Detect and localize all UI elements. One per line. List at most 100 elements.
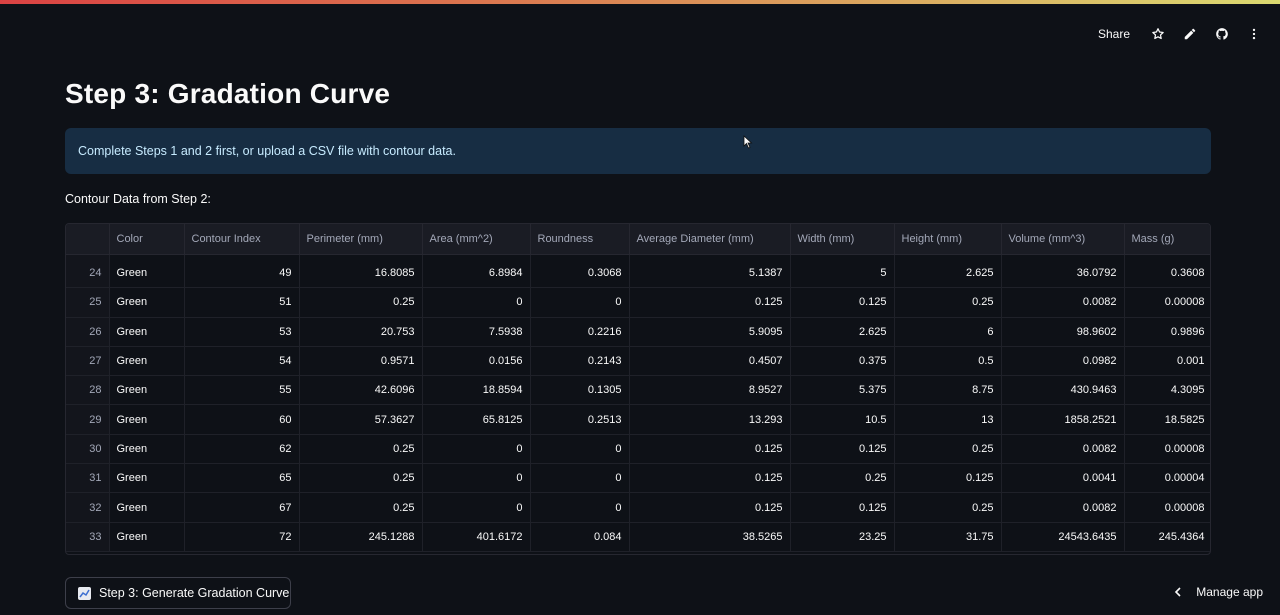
cell-contour-index[interactable]: 49 [184,254,300,289]
cell-mass[interactable]: 0.9896 [1124,317,1210,347]
table-row[interactable]: 31 Green 65 0.25 0 0 0.125 0.25 0.125 0.0041 0.000… [66,463,1210,494]
cell-area[interactable]: 7.5938 [422,317,531,347]
table-row[interactable]: 27 Green 54 0.9571 0.0156 0.2143 0.4507 0.375 0.… [66,346,1210,377]
table-row[interactable]: 26 Green 53 20.753 7.5938 0.2216 5.9095 2.625 6 9… [66,317,1210,347]
cell-volume[interactable]: 0.0041 [1001,463,1125,494]
cell-color[interactable]: Green [109,287,185,318]
cell-mass[interactable]: 0.001 [1124,346,1210,377]
cell-mass[interactable]: 4.3095 [1124,375,1210,406]
cell-area[interactable]: 65.8125 [422,404,531,435]
cell-color[interactable]: Green [109,254,185,289]
kebab-menu-icon[interactable] [1246,26,1262,42]
cell-width[interactable]: 0.375 [790,346,895,377]
cell-color[interactable]: Green [109,463,185,494]
cell-perimeter[interactable]: 245.1288 [299,522,423,552]
cell-area[interactable]: 0 [422,492,531,523]
star-icon[interactable] [1150,26,1166,42]
cell-color[interactable]: Green [109,434,185,465]
cell-contour-index[interactable]: 51 [184,287,300,318]
table-row[interactable]: 30 Green 62 0.25 0 0 0.125 0.125 0.25 0.0082 0.000… [66,434,1210,465]
column-header-area[interactable]: Area (mm^2) [422,224,531,255]
table-row[interactable]: 32 Green 67 0.25 0 0 0.125 0.125 0.25 0.0082 0.000… [66,492,1210,523]
table-row[interactable]: 28 Green 55 42.6096 18.8594 0.1305 8.9527 5.375… [66,375,1210,406]
cell-height[interactable]: 13 [894,404,1002,435]
cell-row-index[interactable]: 25 [66,287,110,318]
cell-contour-index[interactable]: 60 [184,404,300,435]
cell-average-diameter[interactable]: 0.4507 [629,346,791,377]
column-header-roundness[interactable]: Roundness [530,224,630,255]
table-row[interactable]: 24 Green 49 16.8085 6.8984 0.3068 5.1387 5 2.625… [66,254,1210,289]
cell-roundness[interactable]: 0 [530,434,630,465]
column-header-volume[interactable]: Volume (mm^3) [1001,224,1125,255]
contour-data-table[interactable]: Color Contour Index Perimeter (mm) Area … [65,223,1211,555]
cell-area[interactable]: 0 [422,463,531,494]
cell-average-diameter[interactable]: 5.1387 [629,254,791,289]
cell-row-index[interactable]: 30 [66,434,110,465]
cell-height[interactable]: 0.125 [894,463,1002,494]
cell-mass[interactable]: 245.4364 [1124,522,1210,552]
column-header-index[interactable] [66,224,110,255]
cell-average-diameter[interactable]: 0.125 [629,463,791,494]
cell-height[interactable]: 2.625 [894,254,1002,289]
cell-perimeter[interactable]: 0.9571 [299,346,423,377]
cell-row-index[interactable]: 27 [66,346,110,377]
cell-mass[interactable]: 0.3608 [1124,254,1210,289]
cell-mass[interactable]: 0.00008 [1124,287,1210,318]
cell-volume[interactable]: 24543.6435 [1001,522,1125,552]
cell-color[interactable]: Green [109,492,185,523]
cell-color[interactable]: Green [109,522,185,552]
cell-roundness[interactable]: 0.1305 [530,375,630,406]
cell-perimeter[interactable]: 0.25 [299,287,423,318]
cell-contour-index[interactable]: 62 [184,434,300,465]
cell-width[interactable]: 2.625 [790,317,895,347]
pencil-icon[interactable] [1182,26,1198,42]
cell-color[interactable]: Green [109,317,185,347]
cell-roundness[interactable]: 0.3068 [530,254,630,289]
cell-perimeter[interactable]: 20.753 [299,317,423,347]
cell-area[interactable]: 401.6172 [422,522,531,552]
table-row[interactable]: 25 Green 51 0.25 0 0 0.125 0.125 0.25 0.0082 0.000… [66,287,1210,318]
cell-contour-index[interactable]: 65 [184,463,300,494]
cell-height[interactable]: 0.25 [894,492,1002,523]
cell-width[interactable]: 0.125 [790,434,895,465]
cell-height[interactable]: 0.25 [894,287,1002,318]
cell-color[interactable]: Green [109,346,185,377]
cell-height[interactable]: 0.25 [894,434,1002,465]
cell-perimeter[interactable]: 0.25 [299,463,423,494]
cell-average-diameter[interactable]: 8.9527 [629,375,791,406]
cell-height[interactable]: 31.75 [894,522,1002,552]
share-button[interactable]: Share [1098,27,1130,41]
cell-mass[interactable]: 0.00004 [1124,463,1210,494]
cell-volume[interactable]: 0.0082 [1001,492,1125,523]
cell-average-diameter[interactable]: 5.9095 [629,317,791,347]
manage-app-button[interactable]: Manage app [1172,585,1263,599]
column-header-mass[interactable]: Mass (g) [1124,224,1210,255]
cell-width[interactable]: 23.25 [790,522,895,552]
cell-height[interactable]: 6 [894,317,1002,347]
cell-width[interactable]: 5.375 [790,375,895,406]
cell-average-diameter[interactable]: 0.125 [629,492,791,523]
cell-volume[interactable]: 36.0792 [1001,254,1125,289]
cell-average-diameter[interactable]: 38.5265 [629,522,791,552]
cell-area[interactable]: 0 [422,287,531,318]
cell-volume[interactable]: 0.0082 [1001,287,1125,318]
cell-row-index[interactable]: 26 [66,317,110,347]
cell-perimeter[interactable]: 16.8085 [299,254,423,289]
cell-volume[interactable]: 1858.2521 [1001,404,1125,435]
cell-color[interactable]: Green [109,375,185,406]
cell-area[interactable]: 0 [422,434,531,465]
cell-height[interactable]: 0.5 [894,346,1002,377]
cell-perimeter[interactable]: 42.6096 [299,375,423,406]
cell-perimeter[interactable]: 0.25 [299,434,423,465]
cell-contour-index[interactable]: 67 [184,492,300,523]
cell-roundness[interactable]: 0 [530,492,630,523]
cell-roundness[interactable]: 0.2513 [530,404,630,435]
cell-width[interactable]: 5 [790,254,895,289]
cell-volume[interactable]: 98.9602 [1001,317,1125,347]
table-row[interactable]: 29 Green 60 57.3627 65.8125 0.2513 13.293 10.5 1… [66,404,1210,435]
cell-contour-index[interactable]: 54 [184,346,300,377]
cell-mass[interactable]: 0.00008 [1124,434,1210,465]
cell-contour-index[interactable]: 53 [184,317,300,347]
generate-gradation-curve-button[interactable]: Step 3: Generate Gradation Curve [65,577,291,609]
cell-row-index[interactable]: 31 [66,463,110,494]
